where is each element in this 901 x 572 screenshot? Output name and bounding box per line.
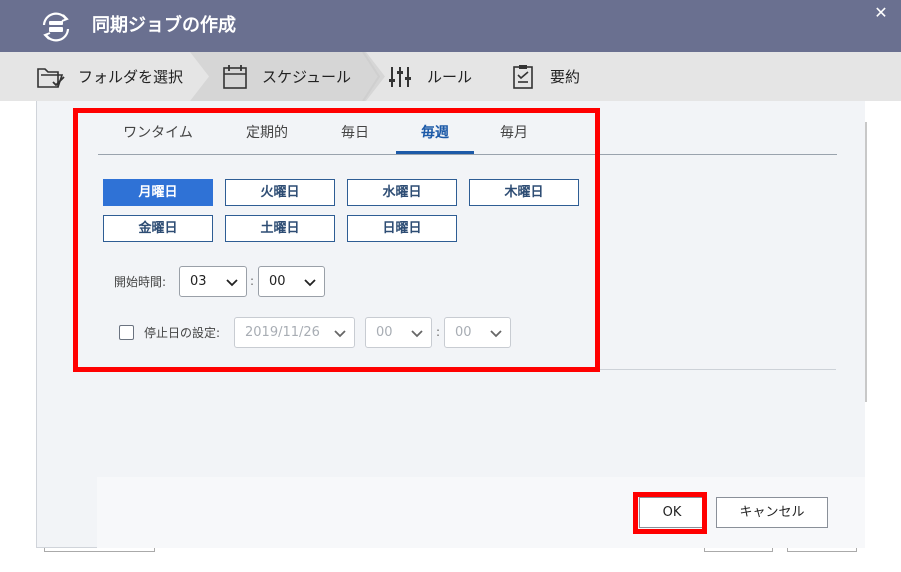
day-button-monday[interactable]: 月曜日 [103, 179, 213, 206]
time-separator: : [250, 274, 255, 288]
day-button-thursday[interactable]: 木曜日 [469, 179, 579, 206]
window-title: 同期ジョブの作成 [92, 15, 236, 36]
calendar-icon [220, 62, 250, 92]
close-icon[interactable]: ✕ [872, 4, 890, 22]
step-label: ルール [427, 68, 473, 86]
chevron-down-icon [304, 279, 316, 287]
chevron-down-icon [490, 330, 502, 338]
step-label: スケジュール [262, 68, 351, 86]
schedule-tabs: ワンタイム 定期的 毎日 毎週 毎月 [98, 119, 837, 155]
tab-one-time[interactable]: ワンタイム [119, 119, 197, 154]
ok-button[interactable]: OK [639, 497, 705, 528]
step-label: フォルダを選択 [78, 68, 184, 86]
stop-hour-select[interactable]: 00 [365, 317, 432, 348]
chevron-down-icon [411, 330, 423, 338]
chevron-down-icon [334, 330, 346, 338]
stop-date-label: 停止日の設定: [144, 326, 221, 340]
tab-daily[interactable]: 毎日 [316, 119, 394, 154]
day-button-friday[interactable]: 金曜日 [103, 215, 213, 242]
stop-date-value: 2019/11/26 [245, 325, 320, 340]
start-hour-select[interactable]: 03 [179, 266, 247, 297]
start-minute-select[interactable]: 00 [258, 266, 325, 297]
tab-periodic[interactable]: 定期的 [228, 119, 306, 154]
sliders-icon [385, 62, 415, 92]
day-button-sunday[interactable]: 日曜日 [347, 215, 457, 242]
tab-weekly[interactable]: 毎週 [396, 119, 474, 154]
wizard-steps: フォルダを選択 スケジュール ルール 要約 [0, 52, 901, 101]
day-button-wednesday[interactable]: 水曜日 [347, 179, 457, 206]
start-minute-value: 00 [269, 274, 286, 289]
step-schedule[interactable]: スケジュール [220, 52, 351, 101]
step-chevron [362, 52, 381, 101]
stop-date-checkbox[interactable] [119, 325, 134, 340]
section-divider [97, 369, 836, 370]
folder-check-icon [36, 62, 66, 92]
start-time-label: 開始時間: [114, 275, 167, 289]
sync-job-icon [42, 12, 70, 42]
step-rules[interactable]: ルール [385, 52, 472, 101]
time-separator: : [436, 325, 441, 339]
step-summary[interactable]: 要約 [508, 52, 580, 101]
stop-minute-value: 00 [455, 325, 472, 340]
schedule-dialog: ワンタイム 定期的 毎日 毎週 毎月 月曜日 火曜日 水曜日 木曜日 金曜日 土… [36, 101, 865, 548]
background-page [0, 101, 36, 572]
step-select-folder[interactable]: フォルダを選択 [36, 52, 183, 101]
title-bar: 同期ジョブの作成 ✕ [0, 0, 901, 52]
clipboard-icon [508, 62, 538, 92]
stop-hour-value: 00 [376, 325, 393, 340]
background-page-right [864, 101, 901, 572]
step-label: 要約 [550, 68, 581, 86]
tab-monthly[interactable]: 毎月 [475, 119, 553, 154]
day-button-tuesday[interactable]: 火曜日 [225, 179, 335, 206]
chevron-down-icon [226, 279, 238, 287]
day-button-saturday[interactable]: 土曜日 [225, 215, 335, 242]
start-hour-value: 03 [190, 274, 207, 289]
stop-minute-select[interactable]: 00 [444, 317, 511, 348]
stop-date-select[interactable]: 2019/11/26 [234, 317, 355, 348]
cancel-button[interactable]: キャンセル [716, 497, 828, 528]
